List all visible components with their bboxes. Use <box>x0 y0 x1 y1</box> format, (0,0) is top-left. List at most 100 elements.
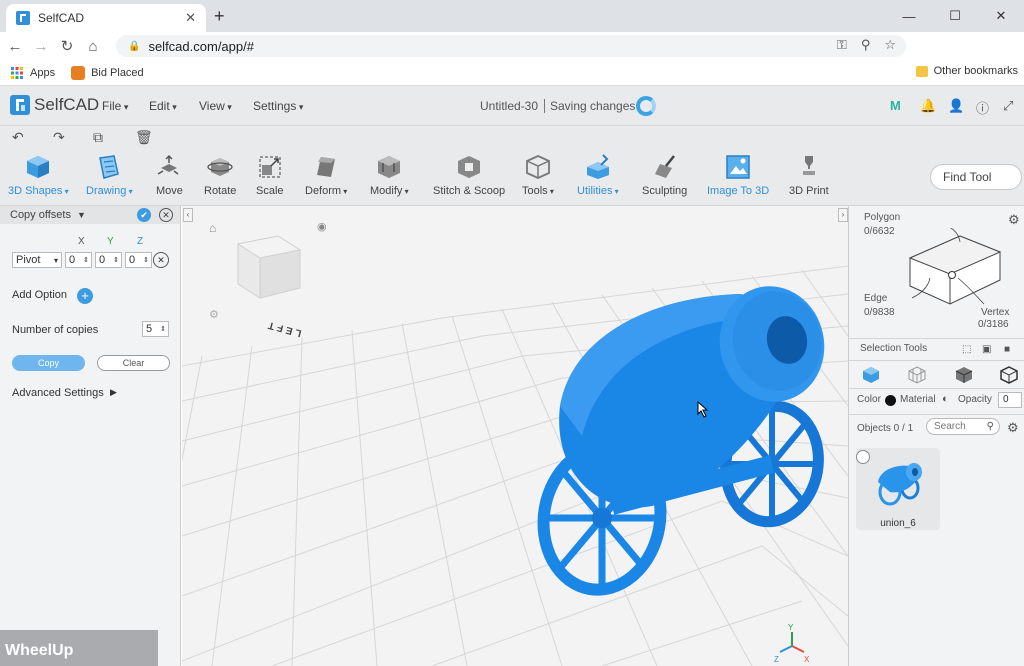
camera-icon[interactable]: ◉ <box>317 221 327 233</box>
stepper-icon[interactable]: ⇕ <box>143 256 149 264</box>
user-icon[interactable]: 👤 <box>948 98 964 114</box>
offset-z-input[interactable]: 0 ⇕ <box>125 252 152 268</box>
zoom-icon[interactable]: ⚲ <box>861 37 871 53</box>
forward-icon[interactable]: → <box>28 38 54 55</box>
home-view-icon[interactable]: ⌂ <box>209 221 216 235</box>
menu-file[interactable]: File <box>102 99 128 113</box>
bell-icon[interactable]: 🔔 <box>920 98 936 114</box>
navigation-cube[interactable] <box>236 235 302 299</box>
viewport-canvas[interactable]: LEFT ⌂ ◉ ⚙ Y Z X <box>182 206 848 666</box>
tool-deform[interactable]: Deform <box>305 154 347 197</box>
back-icon[interactable]: ← <box>2 38 28 55</box>
objects-search-input[interactable]: Search ⚲ <box>926 418 1000 435</box>
tool-label: Drawing <box>86 185 133 197</box>
tool-sculpting[interactable]: Sculpting <box>642 154 687 197</box>
expand-triangle-icon[interactable]: ▶ <box>110 387 117 398</box>
object-select-radio[interactable] <box>856 450 870 464</box>
deform-icon <box>317 157 336 177</box>
tool-stitch-scoop[interactable]: Stitch & Scoop <box>433 154 505 197</box>
stepper-icon[interactable]: ⇕ <box>160 325 166 333</box>
gear-icon[interactable]: ⚙ <box>1008 212 1020 228</box>
tool-modify[interactable]: Modify <box>370 154 409 197</box>
edge-label[interactable]: Edge <box>864 293 887 304</box>
collapse-right-panel-icon[interactable]: › <box>838 208 848 222</box>
maximize-icon[interactable]: ☐ <box>932 0 978 32</box>
panel-header: Copy offsets ▼ ✔ ✕ <box>0 206 180 224</box>
divider <box>848 338 1024 339</box>
svg-text:X: X <box>804 655 810 664</box>
add-option-button[interactable]: + <box>77 288 93 304</box>
collapse-triangle-icon[interactable]: ▼ <box>77 210 86 220</box>
clear-button[interactable]: Clear <box>97 355 170 371</box>
copies-value: 5 <box>146 323 153 335</box>
menu-settings[interactable]: Settings <box>253 99 303 113</box>
tool-rotate[interactable]: Rotate <box>204 154 236 197</box>
material-label[interactable]: Material <box>900 394 936 405</box>
find-tool-label: Find Tool <box>943 170 992 184</box>
confirm-icon[interactable]: ✔ <box>137 208 151 222</box>
color-swatch[interactable] <box>885 395 896 406</box>
stepper-icon[interactable]: ⇕ <box>83 256 89 264</box>
star-icon[interactable]: ☆ <box>884 37 896 53</box>
close-tab-icon[interactable]: ✕ <box>185 10 196 26</box>
tool-scale[interactable]: Scale <box>256 154 284 197</box>
collapse-left-panel-icon[interactable]: ‹ <box>183 208 193 222</box>
undo-icon[interactable]: ↶ <box>12 129 24 146</box>
selection-mode-cube[interactable] <box>900 228 1008 310</box>
xray-view-icon[interactable] <box>1000 366 1018 384</box>
sculpting-icon <box>654 155 675 178</box>
new-tab-icon[interactable]: + <box>214 6 225 27</box>
document-title[interactable]: Untitled-30 <box>480 99 538 113</box>
tool-3d-print[interactable]: 3D Print <box>789 154 829 197</box>
delete-icon[interactable]: 🗑 <box>135 129 153 146</box>
home-icon[interactable]: ⌂ <box>80 38 106 55</box>
tool-utilities[interactable]: Utilities <box>577 154 619 197</box>
copy-button[interactable]: Copy <box>12 355 85 371</box>
select-connected-icon[interactable]: ▣ <box>982 344 991 355</box>
tool-3d-shapes[interactable]: 3D Shapes <box>8 154 69 197</box>
select-invert-icon[interactable]: ■ <box>1004 344 1010 355</box>
select-all-icon[interactable]: ⬚ <box>962 344 971 355</box>
menu-view[interactable]: View <box>199 99 232 113</box>
bookmark-bid-placed[interactable]: Bid Placed <box>71 65 144 80</box>
copies-input[interactable]: 5 ⇕ <box>142 321 169 337</box>
browser-tab[interactable]: SelfCAD ✕ <box>6 4 206 32</box>
bookmark-apps[interactable]: Apps <box>10 66 55 80</box>
wireframe-view-icon[interactable] <box>908 366 926 384</box>
redo-icon[interactable]: ↷ <box>53 129 65 146</box>
cancel-icon[interactable]: ✕ <box>159 208 173 222</box>
key-icon[interactable]: ⚿ <box>837 37 847 53</box>
objects-settings-icon[interactable]: ⚙ <box>1007 420 1019 436</box>
solid-view-icon[interactable] <box>862 366 880 384</box>
duplicate-icon[interactable]: ⧉ <box>93 129 103 146</box>
tool-move[interactable]: Move <box>156 154 183 197</box>
3d-viewport[interactable]: LEFT ⌂ ◉ ⚙ Y Z X <box>182 206 848 666</box>
tools-icon <box>526 155 550 179</box>
stepper-icon[interactable]: ⇕ <box>113 256 119 264</box>
close-window-icon[interactable]: ✕ <box>978 0 1024 32</box>
folder-icon <box>915 65 928 77</box>
offset-x-input[interactable]: 0 ⇕ <box>65 252 92 268</box>
solid-wire-view-icon[interactable] <box>955 366 973 384</box>
remove-offset-icon[interactable]: ✕ <box>153 252 169 268</box>
advanced-settings-label[interactable]: Advanced Settings <box>12 387 104 399</box>
offset-y-input[interactable]: 0 ⇕ <box>95 252 122 268</box>
info-icon[interactable]: ⓘ <box>976 98 989 117</box>
find-tool-button[interactable]: Find Tool <box>930 164 1022 190</box>
view-settings-icon[interactable]: ⚙ <box>209 309 219 321</box>
url-input[interactable]: 🔒 selfcad.com/app/# ⚿ ⚲ ☆ <box>116 35 906 57</box>
opacity-input[interactable]: 0 <box>998 392 1022 408</box>
tool-image-to-3d[interactable]: Image To 3D <box>707 154 769 197</box>
other-bookmarks[interactable]: Other bookmarks <box>915 65 1018 77</box>
fullscreen-icon[interactable]: ⤢ <box>1003 98 1013 114</box>
minimize-icon[interactable]: — <box>886 0 932 32</box>
tool-drawing[interactable]: Drawing <box>86 154 133 197</box>
tool-tools[interactable]: Tools <box>522 154 554 197</box>
pivot-select[interactable]: Pivot ▾ <box>12 252 62 268</box>
reload-icon[interactable]: ↻ <box>54 37 80 55</box>
panel-title: Copy offsets <box>10 209 71 221</box>
apps-grid-icon <box>11 66 23 79</box>
brand-m-icon[interactable]: M <box>890 98 901 113</box>
menu-edit[interactable]: Edit <box>149 99 177 113</box>
polygon-label[interactable]: Polygon <box>864 212 900 223</box>
